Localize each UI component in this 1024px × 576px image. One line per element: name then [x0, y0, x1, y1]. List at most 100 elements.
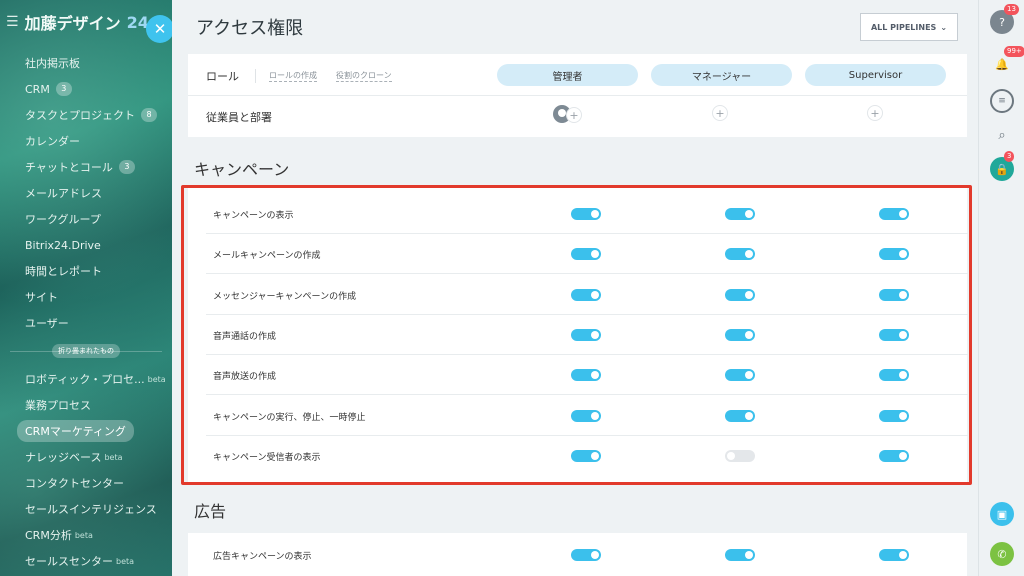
sidebar-item[interactable]: ワークグループ — [0, 206, 172, 232]
role-column-manager[interactable]: マネージャー — [651, 64, 792, 86]
close-sidebar-button[interactable]: ✕ — [146, 15, 174, 43]
permission-toggle[interactable] — [725, 409, 755, 422]
permission-toggle[interactable] — [725, 449, 755, 462]
permission-label: メールキャンペーンの作成 — [213, 251, 321, 262]
roles-separator — [255, 69, 256, 83]
permission-toggle[interactable] — [571, 248, 601, 261]
beta-label: beta — [116, 556, 135, 566]
collapsed-divider[interactable]: 折り畳まれたもの — [0, 336, 172, 366]
permission-label: 音声放送の作成 — [213, 372, 277, 383]
role-column-supervisor[interactable]: Supervisor — [805, 64, 946, 86]
page-title: アクセス権限 — [196, 18, 304, 39]
add-member-icon[interactable]: + — [566, 107, 582, 123]
sidebar-item[interactable]: メールアドレス — [0, 180, 172, 206]
permission-label: キャンペーンの表示 — [213, 211, 294, 221]
permission-toggle[interactable] — [879, 208, 909, 220]
search-button[interactable]: ⌕ — [990, 123, 1014, 147]
search-icon: ⌕ — [998, 127, 1006, 143]
sidebar-item[interactable]: CRM 3 — [0, 76, 172, 102]
employees-label: 従業員と部署 — [206, 111, 272, 124]
permission-toggle[interactable] — [571, 369, 601, 382]
app-root: ☰ 加藤デザイン 24 社内掲示板 CRM 3 タスクとプロジェクト 8 カレンダー チャッ… — [0, 0, 1024, 576]
sidebar-item[interactable]: コンタクトセンター — [0, 470, 172, 496]
sidebar-item[interactable]: CRM分析 beta — [0, 522, 172, 548]
lock-badge: 3 — [1004, 151, 1015, 162]
sidebar-item[interactable]: ナレッジベース beta — [0, 444, 172, 470]
main-content: アクセス権限 ALL PIPELINES ⌄ ロール ロールの作成 役割のクロー… — [172, 0, 978, 576]
sidebar-item[interactable]: カレンダー — [0, 128, 172, 154]
permission-toggle[interactable] — [725, 328, 755, 341]
beta-label: beta — [147, 374, 166, 384]
permission-label: メッセンジャーキャンペーンの作成 — [213, 291, 357, 302]
permission-toggle[interactable] — [725, 288, 755, 301]
admin-members[interactable]: + — [553, 105, 583, 125]
role-column-admin[interactable]: 管理者 — [497, 64, 638, 86]
sidebar-item[interactable]: 業務プロセス — [0, 392, 172, 418]
sidebar-item-label: チャットとコール — [25, 161, 113, 174]
sidebar-item[interactable]: Bitrix24.Drive — [0, 232, 172, 258]
permission-row: キャンペーンの表示 — [206, 194, 968, 234]
all-pipelines-label: ALL PIPELINES — [870, 22, 937, 32]
permission-toggle[interactable] — [725, 248, 755, 261]
sidebar-item[interactable]: CRMマーケティング — [0, 418, 172, 444]
roles-row: ロール ロールの作成 役割のクローン 管理者 マネージャー Supervisor — [188, 54, 967, 96]
sidebar-item[interactable]: セールスセンター beta — [0, 548, 172, 574]
sidebar-item-badge: 3 — [55, 82, 72, 96]
permission-toggle[interactable] — [879, 248, 909, 261]
sidebar-item-label: CRM分析 — [25, 529, 72, 542]
sidebar-item[interactable]: タスクとプロジェクト 8 — [0, 102, 172, 128]
sidebar-item[interactable]: ロボティック・プロセ... beta — [0, 366, 172, 392]
permission-toggle[interactable] — [879, 288, 909, 301]
sidebar-item[interactable]: ユーザー — [0, 310, 172, 336]
phone-icon: ✆ — [997, 547, 1007, 561]
sidebar-item-label: 時間とレポート — [25, 265, 102, 278]
all-pipelines-button[interactable]: ALL PIPELINES ⌄ — [860, 13, 958, 41]
permission-toggle[interactable] — [879, 449, 909, 462]
sidebar-item-label: CRMマーケティング — [17, 420, 134, 442]
menu-icon[interactable]: ☰ — [6, 14, 19, 30]
sidebar-item-label: タスクとプロジェクト — [25, 109, 135, 122]
brand-name[interactable]: 加藤デザイン — [25, 10, 121, 34]
permission-row: 広告キャンペーンの表示 — [206, 535, 968, 575]
sidebar-item-label: セールスインテリジェンス — [25, 503, 157, 516]
sidebar-item[interactable]: セールスインテリジェンス — [0, 496, 172, 522]
sidebar-header: ☰ 加藤デザイン 24 — [6, 10, 149, 34]
document-button[interactable]: ▣ — [990, 502, 1014, 526]
right-rail: ? 13 🔔 99+ ≡ ⌕ 🔒 3 ▣ ✆ — [978, 0, 1024, 576]
permission-toggle[interactable] — [571, 549, 601, 561]
left-sidebar: ☰ 加藤デザイン 24 社内掲示板 CRM 3 タスクとプロジェクト 8 カレンダー チャッ… — [0, 0, 172, 576]
permission-toggle[interactable] — [725, 369, 755, 382]
chat-button[interactable]: ≡ — [990, 89, 1014, 113]
clone-role-link[interactable]: 役割のクローン — [336, 70, 392, 82]
permission-row: メールキャンペーンの作成 — [206, 234, 968, 275]
help-button[interactable]: ? 13 — [990, 4, 1019, 34]
permission-row: メッセンジャーキャンペーンの作成 — [206, 275, 968, 315]
permission-toggle[interactable] — [879, 369, 909, 382]
permission-toggle[interactable] — [879, 328, 909, 341]
sidebar-item[interactable]: サイト — [0, 284, 172, 310]
permission-toggle[interactable] — [571, 208, 601, 220]
collapsed-divider-label: 折り畳まれたもの — [52, 344, 120, 358]
permission-row: 音声放送の作成 — [206, 355, 968, 396]
notifications-button[interactable]: 🔔 99+ — [990, 46, 1024, 76]
permission-toggle[interactable] — [879, 409, 909, 422]
permission-toggle[interactable] — [571, 409, 601, 422]
sidebar-item-label: コンタクトセンター — [25, 477, 124, 490]
sidebar-item[interactable]: 社内掲示板 — [0, 50, 172, 76]
permission-toggle[interactable] — [571, 328, 601, 341]
phone-button[interactable]: ✆ — [990, 542, 1014, 566]
add-supervisor-member-button[interactable]: + — [867, 105, 883, 121]
ads-permissions-card: 広告キャンペーンの表示 — [188, 533, 967, 576]
permission-toggle[interactable] — [879, 549, 909, 561]
sidebar-menu: 社内掲示板 CRM 3 タスクとプロジェクト 8 カレンダー チャットとコール 3 メールアドレ… — [0, 50, 172, 574]
permission-toggle[interactable] — [725, 208, 755, 220]
permission-toggle[interactable] — [571, 288, 601, 301]
add-manager-member-button[interactable]: + — [712, 105, 728, 121]
permission-toggle[interactable] — [725, 549, 755, 561]
create-role-link[interactable]: ロールの作成 — [269, 70, 317, 82]
sidebar-item[interactable]: 時間とレポート — [0, 258, 172, 284]
sidebar-item[interactable]: チャットとコール 3 — [0, 154, 172, 180]
chat-icon: ≡ — [998, 96, 1006, 106]
lock-button[interactable]: 🔒 3 — [990, 151, 1015, 181]
permission-toggle[interactable] — [571, 449, 601, 462]
